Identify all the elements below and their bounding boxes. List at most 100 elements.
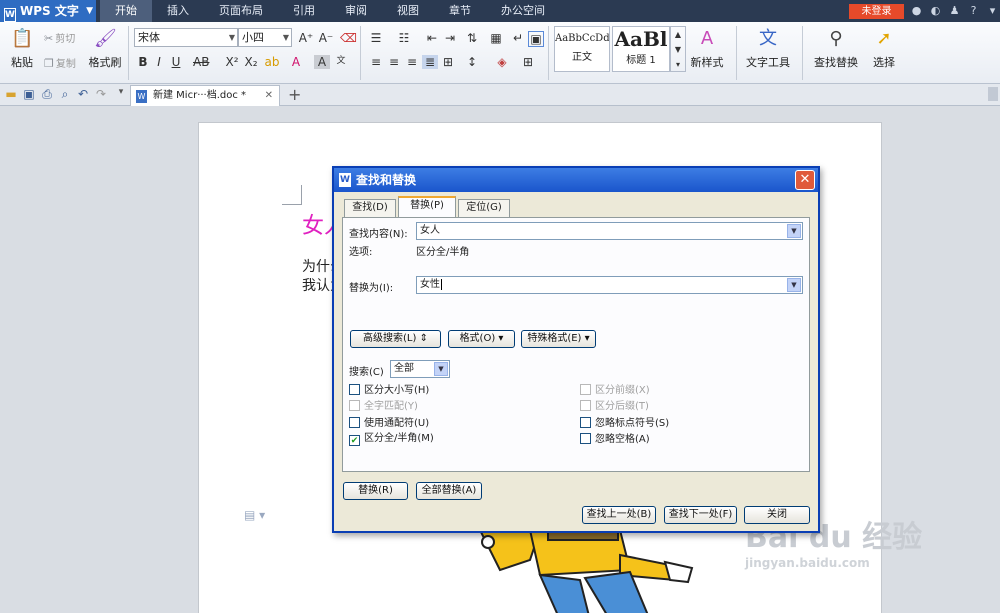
tab-insert[interactable]: 插入 [152,0,204,22]
char-shading-icon[interactable]: A [314,55,330,69]
strikethrough-icon[interactable]: AB [193,55,209,69]
open-folder-icon[interactable]: ▬ [4,87,18,101]
tab-chapter[interactable]: 章节 [434,0,486,22]
close-icon[interactable]: ✕ [265,86,273,106]
checkbox-box[interactable] [349,384,360,395]
cut-button[interactable]: ✂ 剪切 [44,30,75,45]
advanced-search-button[interactable]: 高级搜索(L) ⇕ [350,330,441,348]
find-previous-button[interactable]: 查找上一处(B) [582,506,656,524]
chevron-down-icon[interactable]: ▼ [787,278,801,292]
underline-button[interactable]: U [168,55,184,69]
tab-review[interactable]: 审阅 [330,0,382,22]
tab-office-space[interactable]: 办公空间 [486,0,560,22]
tab-replace[interactable]: 替换(P) [398,196,456,218]
font-name-select[interactable]: 宋体 ▼ [134,28,238,47]
checkbox-box[interactable] [349,417,360,428]
document-tab[interactable]: W 新建 Micr···档.doc * ✕ [130,85,280,106]
checkbox-box[interactable] [349,400,360,411]
highlight-icon[interactable]: ab [264,55,280,69]
paste-button[interactable]: 📋 粘贴 [6,28,38,70]
justify-icon[interactable]: ≣ [422,55,438,69]
checkbox-ignore-punctuation[interactable]: 忽略标点符号(S) [580,417,669,430]
clear-format-icon[interactable]: ⌫ [340,31,357,45]
select-button[interactable]: ➚ 选择 [866,28,902,70]
dialog-close-button[interactable]: ✕ [795,170,815,190]
bullet-list-icon[interactable]: ☰ [368,31,384,45]
checkbox-box[interactable] [580,417,591,428]
circle-play-icon[interactable]: ● [910,3,923,18]
chevron-down-icon[interactable]: ▼ [787,224,801,238]
print-preview-icon[interactable]: ⌕ [58,87,72,102]
skin-icon[interactable]: ◐ [929,3,942,18]
checkbox-ignore-spaces[interactable]: 忽略空格(A) [580,433,650,446]
tab-references[interactable]: 引用 [278,0,330,22]
help-icon[interactable]: ? [967,3,980,18]
replace-input[interactable]: 女性 ▼ [416,276,803,294]
checkbox-match-case[interactable]: 区分大小写(H) [349,384,429,397]
grow-font-icon[interactable]: A⁺ [298,31,314,45]
font-color-icon[interactable]: A [288,55,304,69]
subscript-icon[interactable]: X₂ [243,55,259,69]
format-painter-button[interactable]: 🖌 格式刷 [86,28,124,70]
paragraph-icon[interactable]: ▣ [528,31,544,47]
replace-button[interactable]: 替换(R) [343,482,408,500]
bold-button[interactable]: B [135,55,151,69]
tab-goto[interactable]: 定位(G) [458,199,510,217]
tab-page-layout[interactable]: 页面布局 [204,0,278,22]
checkbox-box[interactable] [580,400,591,411]
distribute-icon[interactable]: ⊞ [440,55,456,69]
redo-icon[interactable]: ↷ [94,87,108,101]
borders-icon[interactable]: ⊞ [520,55,536,69]
number-list-icon[interactable]: ☷ [396,31,412,45]
new-tab-plus-icon[interactable]: + [288,85,301,104]
table-icon[interactable]: ▦ [488,31,504,45]
italic-button[interactable]: I [151,55,167,69]
sort-icon[interactable]: ⇅ [464,31,480,45]
increase-indent-icon[interactable]: ⇥ [442,31,458,45]
tab-view[interactable]: 视图 [382,0,434,22]
tab-home[interactable]: 开始 [100,0,152,22]
font-size-select[interactable]: 小四 ▼ [238,28,292,47]
align-right-icon[interactable]: ≡ [404,55,420,69]
text-tools-button[interactable]: 文 文字工具 [740,28,796,70]
print-icon[interactable]: ⎙ [40,87,54,102]
checkbox-match-suffix[interactable]: 区分后缀(T) [580,400,649,413]
dialog-title-bar[interactable]: W 查找和替换 [334,168,818,192]
checkbox-box[interactable] [580,433,591,444]
customize-dropdown-icon[interactable]: ▾ [114,87,128,97]
decrease-indent-icon[interactable]: ⇤ [424,31,440,45]
shading-icon[interactable]: ◈ [494,55,510,69]
line-spacing-icon[interactable]: ↕ [464,55,480,69]
align-center-icon[interactable]: ≡ [386,55,402,69]
checkmark-icon[interactable]: ✔ [349,435,360,446]
style-normal[interactable]: AaBbCcDd 正文 [554,26,610,72]
superscript-icon[interactable]: X² [224,55,240,69]
format-button[interactable]: 格式(O) ▾ [448,330,515,348]
copy-button[interactable]: ❐ 复制 [44,55,76,70]
align-left-icon[interactable]: ≡ [368,55,384,69]
replace-all-button[interactable]: 全部替换(A) [416,482,482,500]
find-input[interactable]: 女人 ▼ [416,222,803,240]
chevron-down-icon[interactable]: ▼ [434,362,448,376]
phonetic-guide-icon[interactable]: 文 [333,53,349,66]
special-format-button[interactable]: 特殊格式(E) ▾ [521,330,596,348]
shirt-icon[interactable]: ♟ [948,3,961,18]
shrink-font-icon[interactable]: A⁻ [318,31,334,45]
checkbox-full-half-width[interactable]: ✔ 区分全/半角(M) [349,433,434,446]
tab-find[interactable]: 查找(D) [344,199,396,217]
login-button[interactable]: 未登录 [849,4,904,19]
find-next-button[interactable]: 查找下一处(F) [664,506,737,524]
search-scope-select[interactable]: 全部 ▼ [390,360,450,378]
save-icon[interactable]: ▣ [22,87,36,101]
checkbox-wildcards[interactable]: 使用通配符(U) [349,417,429,430]
page-options-icon[interactable]: ▤ ▾ [244,508,265,522]
show-marks-icon[interactable]: ↵ [510,31,526,45]
app-menu-button[interactable]: W WPS 文字 ▼ [0,0,96,22]
checkbox-whole-word[interactable]: 全字匹配(Y) [349,400,418,413]
checkbox-match-prefix[interactable]: 区分前缀(X) [580,384,650,397]
style-heading-1[interactable]: AaBl 标题 1 [612,26,670,72]
new-style-button[interactable]: A 新样式 [684,28,730,70]
close-button[interactable]: 关闭 [744,506,810,524]
checkbox-box[interactable] [580,384,591,395]
find-replace-button[interactable]: ⚲ 查找替换 [808,28,864,70]
